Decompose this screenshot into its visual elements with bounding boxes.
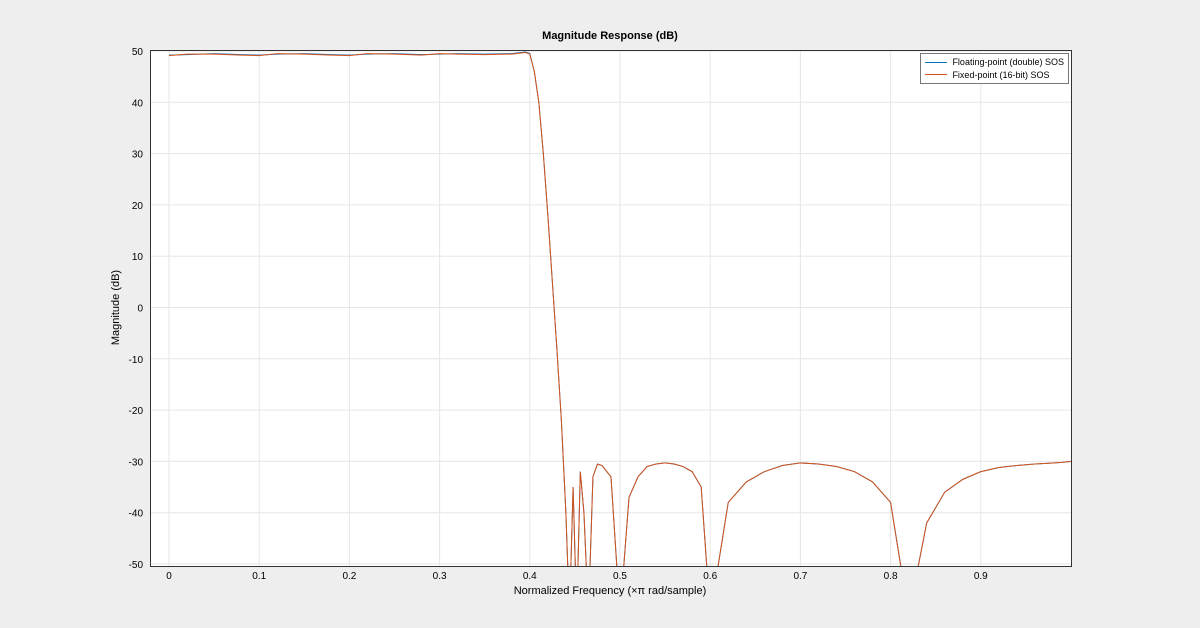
grid-lines: [151, 51, 1071, 566]
svg-text:30: 30: [132, 150, 144, 161]
svg-text:-30: -30: [129, 457, 144, 468]
svg-text:20: 20: [132, 201, 144, 212]
legend-swatch: [925, 74, 947, 75]
legend-swatch: [925, 62, 947, 63]
legend-entry: Fixed-point (16-bit) SOS: [925, 69, 1064, 82]
legend-entry: Floating-point (double) SOS: [925, 56, 1064, 69]
svg-text:50: 50: [132, 47, 144, 58]
svg-text:0.7: 0.7: [793, 571, 807, 582]
svg-text:0: 0: [166, 571, 172, 582]
plot-svg: [151, 51, 1071, 566]
figure-window: Magnitude Response (dB) Magnitude (dB) N…: [0, 0, 1200, 628]
svg-text:0.9: 0.9: [974, 571, 988, 582]
svg-text:0.5: 0.5: [613, 571, 627, 582]
x-axis-label: Normalized Frequency (×π rad/sample): [150, 585, 1070, 597]
svg-text:0: 0: [137, 304, 143, 315]
y-axis-label: Magnitude (dB): [110, 50, 130, 565]
svg-text:0.2: 0.2: [342, 571, 356, 582]
svg-text:-40: -40: [129, 509, 144, 520]
svg-text:0.8: 0.8: [884, 571, 898, 582]
svg-text:-10: -10: [129, 355, 144, 366]
svg-text:-50: -50: [129, 560, 144, 571]
chart-title: Magnitude Response (dB): [150, 30, 1070, 42]
plot-axes[interactable]: 00.10.20.30.40.50.60.70.80.9-50-40-30-20…: [150, 50, 1072, 567]
svg-text:-20: -20: [129, 406, 144, 417]
svg-text:0.4: 0.4: [523, 571, 537, 582]
svg-text:0.1: 0.1: [252, 571, 266, 582]
svg-text:10: 10: [132, 252, 144, 263]
svg-text:0.6: 0.6: [703, 571, 717, 582]
legend-label: Floating-point (double) SOS: [952, 56, 1064, 69]
legend-label: Fixed-point (16-bit) SOS: [952, 69, 1049, 82]
svg-text:40: 40: [132, 98, 144, 109]
legend-box[interactable]: Floating-point (double) SOS Fixed-point …: [920, 53, 1069, 84]
svg-text:0.3: 0.3: [433, 571, 447, 582]
